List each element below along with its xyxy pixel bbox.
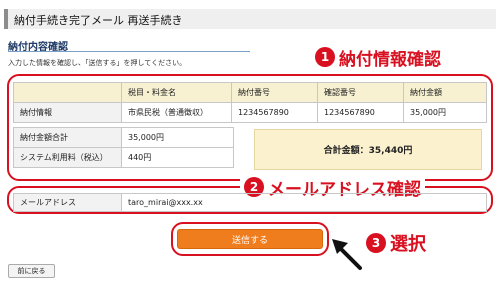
confirmation-number-cell: 1234567890 <box>317 102 404 123</box>
number-three-icon: 3 <box>366 233 386 253</box>
payment-total-value: 35,000円 <box>121 127 234 148</box>
email-table: メールアドレス taro_mirai@xxx.xx <box>13 193 487 212</box>
number-one-icon: 1 <box>315 47 335 67</box>
callout-payment-info: 1 納付情報確認 <box>311 44 445 70</box>
arrow-icon <box>332 239 362 270</box>
intro-text: 入力した情報を確認し、「送信する」を押してください。 <box>8 59 187 67</box>
summary-table: 納付金額合計 35,000円 システム利用料（税込） 440円 <box>13 127 234 168</box>
table-header-row: 税目・料金名 納付番号 確認番号 納付金額 <box>13 82 487 103</box>
payment-info-table: 税目・料金名 納付番号 確認番号 納付金額 納付情報 市県民税（普通徴収） 12… <box>13 82 487 123</box>
table-row: システム利用料（税込） 440円 <box>13 147 234 168</box>
table-row: 納付金額合計 35,000円 <box>13 127 234 148</box>
callout-select: 3 選択 <box>366 230 426 256</box>
table-header-cell: 納付番号 <box>231 82 318 103</box>
table-header-cell: 納付金額 <box>403 82 487 103</box>
email-label: メールアドレス <box>13 193 122 212</box>
payment-total-label: 納付金額合計 <box>13 127 122 148</box>
grand-total-text: 合計金額：35,440円 <box>323 146 413 156</box>
send-button[interactable]: 送信する <box>177 229 323 249</box>
callout-select-text: 選択 <box>390 234 426 255</box>
page-title: 納付手続き完了メール 再送手続き <box>14 14 183 27</box>
amount-cell: 35,000円 <box>403 102 487 123</box>
email-value: taro_mirai@xxx.xx <box>121 193 487 212</box>
page-title-bar: 納付手続き完了メール 再送手続き <box>4 9 496 29</box>
table-header-cell: 税目・料金名 <box>121 82 232 103</box>
fee-value: 440円 <box>121 147 234 168</box>
table-header-cell: 確認番号 <box>317 82 404 103</box>
back-button[interactable]: 前に戻る <box>8 264 55 278</box>
section-divider <box>8 51 250 52</box>
tax-item-cell: 市県民税（普通徴収） <box>121 102 232 123</box>
table-row: 納付情報 市県民税（普通徴収） 1234567890 1234567890 35… <box>13 102 487 123</box>
row-label: 納付情報 <box>13 102 122 123</box>
table-header-cell <box>13 82 122 103</box>
grand-total-box: 合計金額：35,440円 <box>254 129 482 170</box>
table-row: メールアドレス taro_mirai@xxx.xx <box>13 193 487 212</box>
fee-label: システム利用料（税込） <box>13 147 122 168</box>
callout-payment-info-text: 納付情報確認 <box>339 49 441 70</box>
payment-number-cell: 1234567890 <box>231 102 318 123</box>
